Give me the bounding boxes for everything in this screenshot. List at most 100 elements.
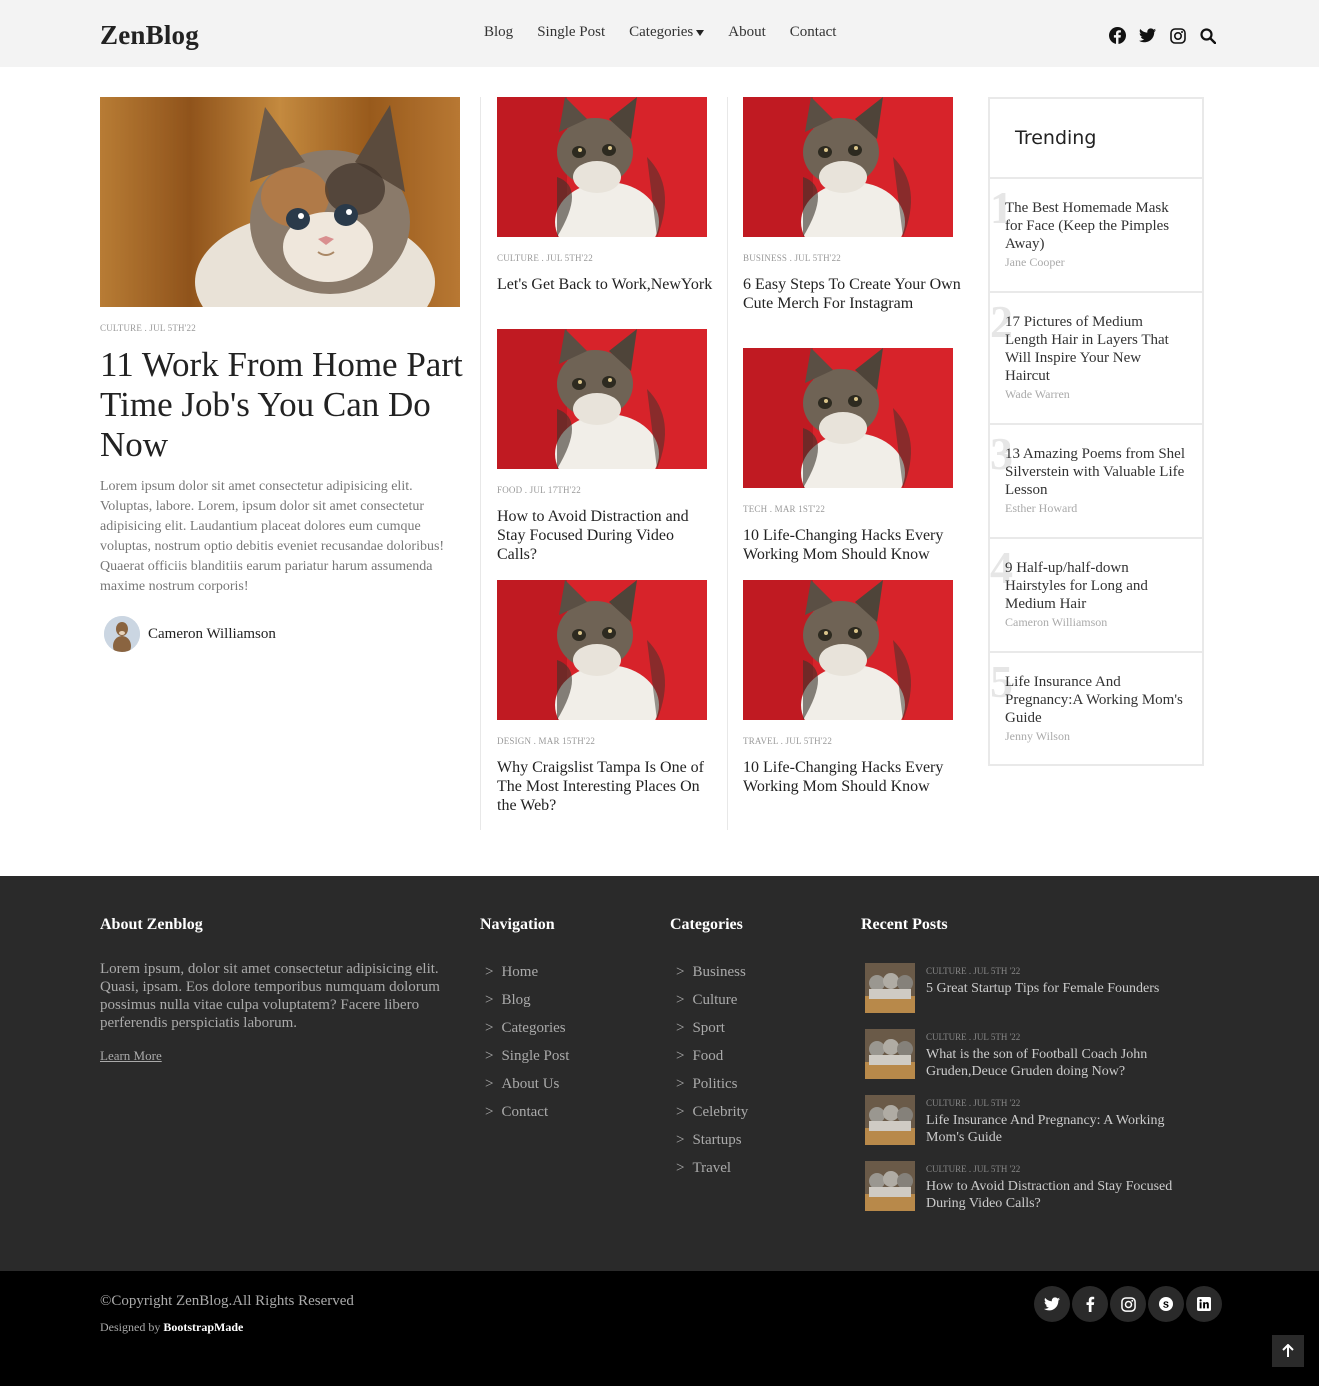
facebook-icon[interactable] [1109, 27, 1126, 44]
post-meta: Food . Jul 17th'22 [497, 485, 581, 495]
footer-nav-label: About Us [501, 1076, 560, 1092]
recent-post-title[interactable]: 5 Great Startup Tips for Female Founders [926, 980, 1159, 997]
footer-cat-label: Sport [692, 1020, 725, 1036]
nav-blog[interactable]: Blog [484, 24, 513, 41]
post-thumbnail[interactable] [497, 97, 707, 237]
trending-title[interactable]: 13 Amazing Poems from Shel Silverstein w… [1005, 445, 1188, 499]
chevron-right-icon: > [676, 1132, 685, 1148]
footer-nav-link[interactable]: > Blog [485, 992, 569, 1020]
post-title[interactable]: 10 Life-Changing Hacks Every Working Mom… [743, 526, 963, 564]
trending-title[interactable]: Life Insurance And Pregnancy:A Working M… [1005, 673, 1188, 727]
post-title[interactable]: 6 Easy Steps To Create Your Own Cute Mer… [743, 275, 963, 313]
post-thumbnail[interactable] [497, 580, 707, 720]
footer-cat-label: Business [692, 964, 746, 980]
learn-more-link[interactable]: Learn More [100, 1048, 162, 1064]
search-icon[interactable] [1199, 27, 1216, 44]
recent-post-title[interactable]: What is the son of Football Coach John G… [926, 1046, 1205, 1080]
author-name[interactable]: Cameron Williamson [148, 626, 276, 643]
chevron-right-icon: > [485, 1076, 494, 1092]
post-title[interactable]: Let's Get Back to Work,NewYork [497, 275, 717, 294]
main-nav: Blog Single Post Categories About Contac… [484, 24, 836, 41]
recent-post-item[interactable]: Culture . Jul 5th '22 How to Avoid Distra… [865, 1161, 1205, 1227]
footer-cat-link[interactable]: > Business [676, 964, 748, 992]
recent-post-meta: Culture . Jul 5th '22 [926, 966, 1021, 976]
twitter-icon[interactable] [1139, 27, 1156, 44]
recent-post-thumbnail [865, 1029, 915, 1079]
site-logo[interactable]: ZenBlog [100, 20, 199, 51]
site-header: ZenBlog Blog Single Post Categories Abou… [0, 0, 1319, 67]
footer-cat-link[interactable]: > Sport [676, 1020, 748, 1048]
footer-cat-link[interactable]: > Celebrity [676, 1104, 748, 1132]
footer-cat-link[interactable]: > Travel [676, 1160, 748, 1188]
trending-item[interactable]: 5 Life Insurance And Pregnancy:A Working… [990, 653, 1202, 766]
footer-nav-link[interactable]: > Categories [485, 1020, 569, 1048]
nav-single-post[interactable]: Single Post [537, 24, 605, 41]
footer-cat-label: Celebrity [692, 1104, 749, 1120]
instagram-icon[interactable] [1110, 1286, 1146, 1322]
post-card: Tech . Mar 1st'22 10 Life-Changing Hacks… [743, 348, 963, 564]
trending-item[interactable]: 1 The Best Homemade Mask for Face (Keep … [990, 179, 1202, 293]
nav-about[interactable]: About [728, 24, 766, 41]
recent-post-item[interactable]: Culture . Jul 5th '22 Life Insurance And … [865, 1095, 1205, 1161]
linkedin-icon[interactable] [1186, 1286, 1222, 1322]
recent-post-meta: Culture . Jul 5th '22 [926, 1032, 1021, 1042]
post-card: Business . Jul 5th'22 6 Easy Steps To Cr… [743, 97, 963, 313]
trending-item[interactable]: 3 13 Amazing Poems from Shel Silverstein… [990, 425, 1202, 539]
recent-post-meta: Culture . Jul 5th '22 [926, 1164, 1021, 1174]
recent-post-title[interactable]: Life Insurance And Pregnancy: A Working … [926, 1112, 1205, 1146]
post-thumbnail[interactable] [743, 348, 953, 488]
facebook-icon[interactable] [1072, 1286, 1108, 1322]
column-divider [480, 97, 481, 830]
footer-nav-link[interactable]: > Single Post [485, 1048, 569, 1076]
post-title[interactable]: 10 Life-Changing Hacks Every Working Mom… [743, 758, 963, 796]
post-card: Food . Jul 17th'22 How to Avoid Distract… [497, 329, 717, 564]
chevron-right-icon: > [485, 1104, 494, 1120]
instagram-icon[interactable] [1169, 27, 1186, 44]
nav-categories[interactable]: Categories [629, 24, 705, 41]
hero-title[interactable]: 11 Work From Home Part Time Job's You Ca… [100, 345, 470, 465]
chevron-right-icon: > [676, 1104, 685, 1120]
post-title[interactable]: Why Craigslist Tampa Is One of The Most … [497, 758, 717, 815]
trending-item[interactable]: 4 9 Half-up/half-down Hairstyles for Lon… [990, 539, 1202, 653]
skype-icon[interactable] [1148, 1286, 1184, 1322]
post-card: Design . Mar 15th'22 Why Craigslist Tamp… [497, 580, 717, 815]
post-meta: Culture . Jul 5th'22 [497, 253, 593, 263]
footer-nav-link[interactable]: > About Us [485, 1076, 569, 1104]
post-thumbnail[interactable] [743, 97, 953, 237]
footer-cat-link[interactable]: > Politics [676, 1076, 748, 1104]
nav-contact[interactable]: Contact [790, 24, 837, 41]
post-thumbnail[interactable] [743, 580, 953, 720]
trending-heading: Trending [990, 99, 1202, 179]
footer-about-heading: About Zenblog [100, 916, 203, 933]
hero-image[interactable] [100, 97, 460, 307]
trending-title[interactable]: 17 Pictures of Medium Length Hair in Lay… [1005, 313, 1188, 385]
recent-post-item[interactable]: Culture . Jul 5th '22 What is the son of … [865, 1029, 1205, 1095]
chevron-right-icon: > [676, 1048, 685, 1064]
hero-excerpt: Lorem ipsum dolor sit amet consectetur a… [100, 479, 445, 594]
trending-item[interactable]: 2 17 Pictures of Medium Length Hair in L… [990, 293, 1202, 425]
nav-categories-label: Categories [629, 24, 694, 40]
recent-post-item[interactable]: Culture . Jul 5th '22 5 Great Startup Tip… [865, 963, 1205, 1029]
twitter-icon[interactable] [1034, 1286, 1070, 1322]
back-to-top-button[interactable] [1272, 1335, 1304, 1367]
chevron-right-icon: > [676, 1076, 685, 1092]
column-divider [727, 97, 728, 830]
post-thumbnail[interactable] [497, 329, 707, 469]
footer-nav-link[interactable]: > Contact [485, 1104, 569, 1132]
footer-cat-link[interactable]: > Food [676, 1048, 748, 1076]
designed-by-link[interactable]: BootstrapMade [163, 1320, 243, 1334]
trending-title[interactable]: The Best Homemade Mask for Face (Keep th… [1005, 199, 1188, 253]
trending-title[interactable]: 9 Half-up/half-down Hairstyles for Long … [1005, 559, 1188, 613]
footer-cat-link[interactable]: > Culture [676, 992, 748, 1020]
chevron-right-icon: > [676, 964, 685, 980]
footer-nav-label: Categories [501, 1020, 566, 1036]
recent-post-title[interactable]: How to Avoid Distraction and Stay Focuse… [926, 1178, 1205, 1212]
post-title[interactable]: How to Avoid Distraction and Stay Focuse… [497, 507, 717, 564]
footer-cat-label: Startups [692, 1132, 742, 1148]
recent-post-thumbnail [865, 963, 915, 1013]
author-avatar [104, 616, 140, 652]
footer-nav-link[interactable]: > Home [485, 964, 569, 992]
post-card: Culture . Jul 5th'22 Let's Get Back to W… [497, 97, 717, 294]
recent-posts: Culture . Jul 5th '22 5 Great Startup Tip… [865, 963, 1205, 1227]
footer-cat-link[interactable]: > Startups [676, 1132, 748, 1160]
